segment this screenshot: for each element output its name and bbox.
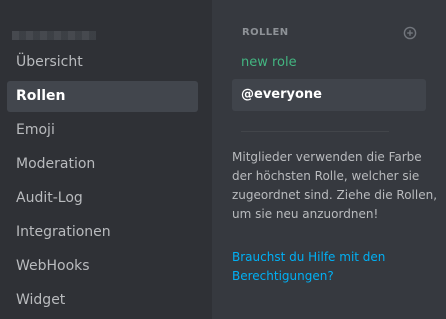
plus-circle-icon[interactable] [403,25,417,40]
help-text-line: um sie neu anzuordnen! [232,207,379,221]
role-item-everyone[interactable]: @everyone [232,79,426,111]
help-text-line: der höchsten Rolle, welcher sie [232,169,420,183]
roles-panel: ROLLEN new role @everyone Mitglieder ver… [212,0,446,319]
settings-sidebar: Übersicht Rollen Emoji Moderation Audit-… [0,0,212,319]
permissions-help-link[interactable]: Brauchst du Hilfe mit den Berechtigungen… [232,248,426,286]
help-link-line[interactable]: Brauchst du Hilfe mit den [232,248,426,267]
sidebar-item-moderation[interactable]: Moderation [7,149,198,180]
roles-header: ROLLEN [242,27,289,38]
sidebar-item-webhooks[interactable]: WebHooks [7,251,198,282]
sidebar-item-widget[interactable]: Widget [7,285,198,316]
role-item-new-role[interactable]: new role [232,49,426,77]
divider [241,131,389,132]
sidebar-item-uebersicht[interactable]: Übersicht [7,47,198,78]
sidebar-item-integrationen[interactable]: Integrationen [7,217,198,248]
roles-help-text: Mitglieder verwenden die Farbe der höchs… [232,148,438,224]
server-name-blurred [12,31,96,40]
sidebar-item-audit-log[interactable]: Audit-Log [7,183,198,214]
sidebar-item-rollen[interactable]: Rollen [7,81,198,112]
help-link-line[interactable]: Berechtigungen? [232,267,426,286]
help-text-line: Mitglieder verwenden die Farbe [232,150,422,164]
help-text-line: zugeordnet sind. Ziehe die Rollen, [232,188,438,202]
sidebar-item-emoji[interactable]: Emoji [7,115,198,146]
